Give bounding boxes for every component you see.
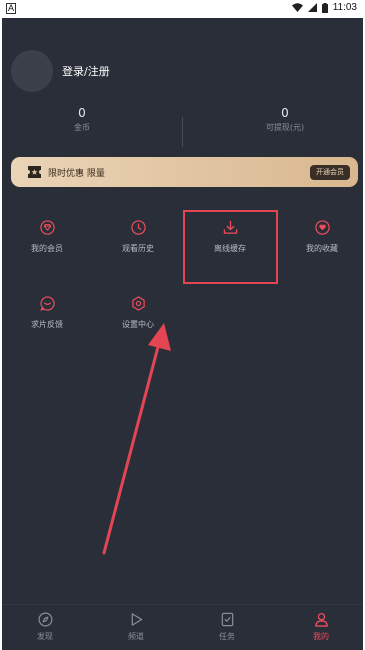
tab-label: 我的 <box>313 632 329 641</box>
play-icon <box>131 613 142 626</box>
app-screen: A 11:03 登录/注册 0 金币 0 可提现(元) 限时优惠 限量 开通会员 <box>2 0 363 650</box>
task-icon <box>221 612 233 627</box>
tab-discover[interactable]: 发现 <box>25 612 65 642</box>
compass-icon <box>38 612 52 627</box>
user-icon <box>314 612 328 627</box>
tab-mine[interactable]: 我的 <box>301 612 341 642</box>
annotation-arrow <box>102 323 171 555</box>
tab-channel[interactable]: 频道 <box>116 612 156 642</box>
tab-label: 任务 <box>219 632 235 641</box>
bottom-tab-bar: 发现 频道 任务 我的 <box>2 604 363 650</box>
tab-tasks[interactable]: 任务 <box>207 612 247 642</box>
tab-label: 频道 <box>128 632 144 641</box>
tab-label: 发现 <box>37 632 53 641</box>
